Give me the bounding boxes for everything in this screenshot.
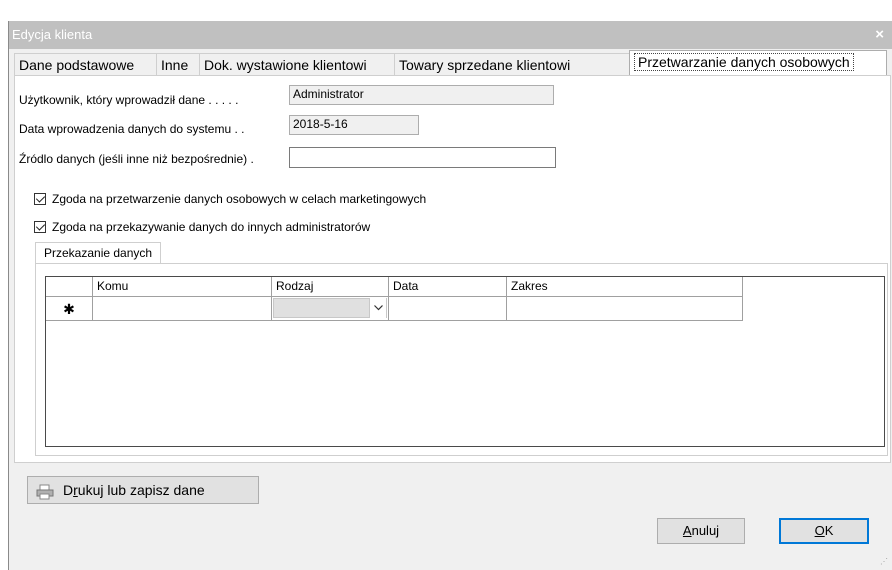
tab-przetwarzanie-danych[interactable]: Przetwarzanie danych osobowych — [629, 50, 887, 75]
resize-grip-icon[interactable]: ⋰ — [880, 557, 888, 566]
tab-label: Dok. wystawione klientowi — [204, 57, 367, 73]
transfer-consent-checkbox[interactable] — [34, 221, 46, 233]
tab-label: Towary sprzedane klientowi — [399, 57, 571, 73]
cell-rodzaj-dropdown[interactable] — [272, 297, 389, 321]
tab-label: Dane podstawowe — [19, 57, 135, 73]
new-row-marker-icon: ✱ — [46, 297, 93, 321]
marketing-consent-checkbox[interactable] — [34, 193, 46, 205]
tab-strip: Dane podstawowe Inne Dok. wystawione kli… — [9, 49, 892, 75]
print-save-button[interactable]: Drukuj lub zapisz dane — [27, 476, 259, 504]
column-header-komu[interactable]: Komu — [93, 277, 272, 297]
column-header-data[interactable]: Data — [389, 277, 507, 297]
tab-inne[interactable]: Inne — [156, 53, 200, 75]
chevron-down-icon[interactable] — [369, 298, 386, 318]
edit-client-window: Edycja klienta × Dane podstawowe Inne Do… — [8, 21, 892, 570]
ok-label: K — [824, 523, 834, 538]
source-label: Źródlo danych (jeśli inne niż bezpośredn… — [19, 152, 254, 166]
cell-komu[interactable] — [93, 297, 272, 321]
ok-button[interactable]: OK — [779, 518, 869, 544]
subtab-label: Przekazanie danych — [44, 246, 153, 260]
cell-data[interactable] — [389, 297, 507, 321]
user-field: Administrator — [289, 85, 554, 105]
close-icon[interactable]: × — [875, 26, 884, 43]
ok-mnemonic: O — [814, 523, 825, 538]
cancel-label: nuluj — [691, 523, 720, 538]
tab-label: Przetwarzanie danych osobowych — [634, 53, 854, 71]
date-label: Data wprowadzenia danych do systemu . . — [19, 122, 245, 136]
source-input[interactable] — [289, 147, 556, 168]
print-save-label: Drukuj lub zapisz dane — [63, 482, 205, 498]
date-field: 2018-5-16 — [289, 115, 419, 135]
marketing-consent-label[interactable]: Zgoda na przetwarzenie danych osobowych … — [52, 192, 426, 206]
tab-dane-podstawowe[interactable]: Dane podstawowe — [14, 53, 157, 75]
window-title: Edycja klienta — [12, 27, 93, 42]
tab-dokumenty[interactable]: Dok. wystawione klientowi — [199, 53, 395, 75]
cell-zakres[interactable] — [507, 297, 743, 321]
transfer-grid[interactable]: Komu Rodzaj Data Zakres ✱ — [45, 276, 885, 447]
tab-page-personal-data: Użytkownik, który wprowadził dane . . . … — [14, 75, 891, 463]
row-header-corner — [46, 277, 93, 297]
tab-label: Inne — [161, 57, 189, 73]
transfer-consent-label[interactable]: Zgoda na przekazywanie danych do innych … — [52, 220, 370, 234]
column-header-rodzaj[interactable]: Rodzaj — [272, 277, 389, 297]
cancel-mnemonic: A — [682, 523, 692, 538]
tab-towary[interactable]: Towary sprzedane klientowi — [394, 53, 630, 75]
transfer-panel: Komu Rodzaj Data Zakres ✱ — [35, 263, 888, 456]
cancel-button[interactable]: Anuluj — [657, 518, 745, 544]
user-label: Użytkownik, który wprowadził dane . . . … — [19, 93, 239, 107]
title-bar[interactable]: Edycja klienta × — [9, 21, 892, 49]
tab-przekazanie-danych[interactable]: Przekazanie danych — [35, 242, 162, 264]
printer-icon — [36, 482, 54, 500]
column-header-zakres[interactable]: Zakres — [507, 277, 743, 297]
